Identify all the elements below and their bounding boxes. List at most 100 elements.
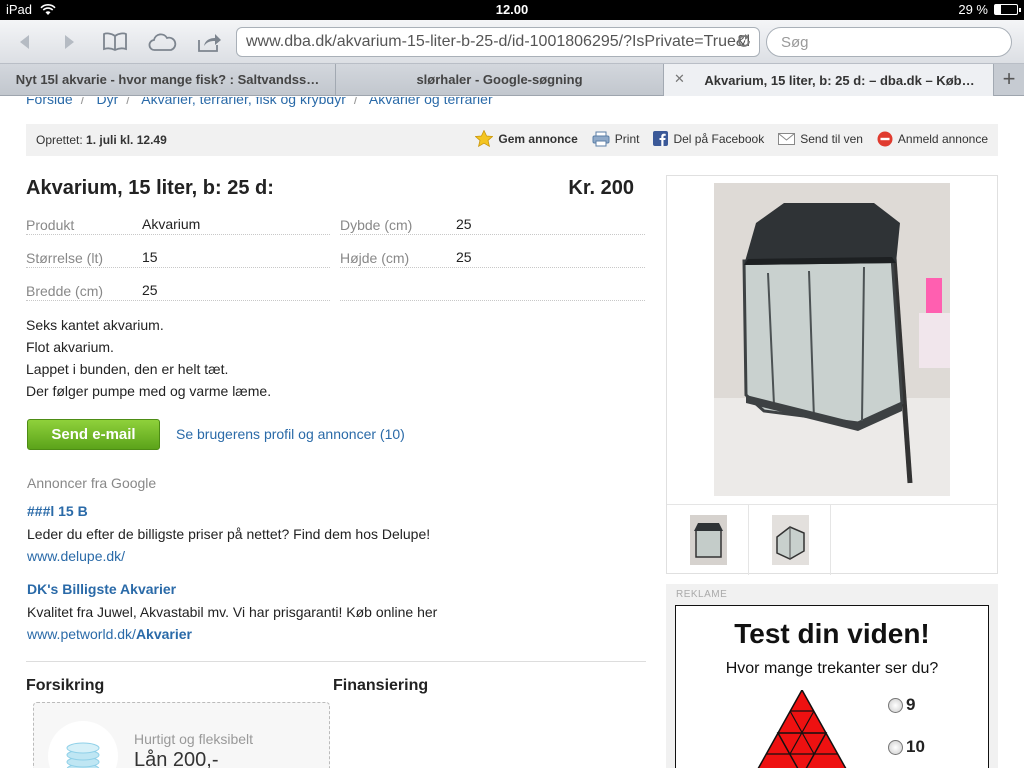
tab-2[interactable]: slørhaler - Google-søgning [336, 64, 664, 95]
spec-row-height: Højde (cm) 25 [340, 235, 645, 268]
quiz-option-9[interactable]: 9 [888, 695, 915, 715]
facebook-icon [653, 131, 669, 146]
triangle-puzzle-icon [757, 690, 847, 768]
listing-price: Kr. 200 [568, 177, 634, 199]
printer-icon [592, 131, 610, 146]
listing-title: Akvarium, 15 liter, b: 25 d: [26, 177, 274, 199]
breadcrumb-item[interactable]: Akvarier og terrarier [369, 97, 493, 107]
spec-value: Akvarium [142, 216, 201, 232]
created-date: 1. juli kl. 12.49 [86, 133, 167, 147]
search-input[interactable]: Søg [766, 27, 1012, 57]
spec-label: Højde (cm) [340, 250, 410, 266]
description-line: Der følger pumpe med og varme læme. [26, 383, 272, 399]
spec-value: 25 [456, 249, 472, 265]
save-ad-button[interactable]: Gem annonce [475, 130, 578, 147]
ad-url-bold: Akvarier [135, 626, 192, 642]
quiz-option-10[interactable]: 10 [888, 737, 925, 757]
quiz-title: Test din viden! [734, 618, 930, 649]
spec-label: Størrelse (lt) [26, 250, 103, 266]
battery-icon [994, 4, 1021, 15]
no-entry-icon [877, 131, 893, 146]
tab-bar: Nyt 15l akvarie - hvor mange fisk? : Sal… [0, 64, 1024, 96]
tab-1[interactable]: Nyt 15l akvarie - hvor mange fisk? : Sal… [0, 64, 336, 95]
battery-percent: 29 % [958, 2, 988, 17]
spec-row-empty [340, 268, 645, 301]
share-facebook-button[interactable]: Del på Facebook [653, 131, 764, 146]
listing-description: Seks kantet akvarium. Flot akvarium. Lap… [26, 314, 271, 402]
breadcrumb-item[interactable]: Akvarier, terrarier, fisk og krybdyr [141, 97, 346, 107]
google-ad-text: Kvalitet fra Juwel, Akvastabil mv. Vi ha… [27, 604, 438, 620]
bookmarks-book-icon[interactable] [100, 28, 130, 56]
send-email-button[interactable]: Send e-mail [27, 419, 160, 450]
print-label: Print [614, 131, 640, 146]
radio-button[interactable] [888, 697, 903, 713]
quiz-question: Hvor mange trekanter ser du? [725, 660, 939, 677]
spec-value: 25 [142, 282, 158, 298]
clock: 12.00 [495, 2, 529, 17]
reload-icon[interactable] [735, 32, 753, 55]
address-bar[interactable]: www.dba.dk/akvarium-15-liter-b-25-d/id-1… [236, 27, 760, 57]
new-tab-plus-icon[interactable]: + [994, 64, 1024, 95]
close-tab-icon[interactable]: ✕ [674, 71, 685, 87]
tab-3-active[interactable]: ✕ Akvarium, 15 liter, b: 25 d: – dba.dk … [664, 64, 994, 96]
share-facebook-label: Del på Facebook [673, 131, 765, 146]
google-ad-url[interactable]: www.petworld.dk/Akvarier [27, 626, 192, 642]
report-ad-button[interactable]: Anmeld annonce [877, 131, 988, 147]
description-line: Lappet i bunden, den er helt tæt. [26, 361, 229, 377]
back-arrow-icon[interactable] [12, 28, 38, 56]
description-line: Seks kantet akvarium. [26, 317, 164, 333]
listing-info-bar: Oprettet: 1. juli kl. 12.49 Gem annonce … [26, 124, 998, 156]
breadcrumb-item[interactable]: Dyr [96, 97, 118, 107]
report-ad-label: Anmeld annonce [897, 131, 988, 146]
google-ad-url[interactable]: www.delupe.dk/ [27, 548, 125, 564]
envelope-icon [778, 132, 796, 145]
coins-icon [48, 721, 118, 768]
spec-value: 15 [142, 249, 158, 265]
spec-row-depth: Dybde (cm) 25 [340, 202, 645, 235]
google-ad-title[interactable]: ###l 15 B [27, 503, 88, 519]
spec-value: 25 [456, 216, 472, 232]
spec-row-width: Bredde (cm) 25 [26, 268, 330, 301]
radio-button[interactable] [888, 739, 903, 755]
search-placeholder: Søg [781, 34, 809, 51]
spec-label: Bredde (cm) [26, 283, 104, 299]
loan-subtitle: Hurtigt og fleksibelt [134, 731, 254, 747]
divider [26, 661, 646, 662]
send-to-friend-button[interactable]: Send til ven [778, 132, 863, 146]
ad-label: REKLAME [676, 589, 728, 600]
description-line: Flot akvarium. [26, 339, 114, 355]
icloud-tabs-icon[interactable] [146, 28, 178, 56]
google-ad-text: Leder du efter de billigste priser på ne… [27, 526, 431, 542]
star-icon [475, 130, 494, 147]
print-button[interactable]: Print [592, 131, 640, 147]
thumbnail[interactable] [749, 505, 831, 575]
forward-arrow-icon[interactable] [56, 28, 82, 56]
share-icon[interactable] [194, 28, 224, 56]
tab-label: Nyt 15l akvarie - hvor mange fisk? : Sal… [15, 72, 320, 87]
spec-label: Produkt [26, 217, 75, 233]
web-page: Forside / Dyr / Akvarier, terrarier, fisk … [0, 97, 1024, 768]
ad-url-text: www.petworld.dk/ [27, 626, 136, 642]
save-ad-label: Gem annonce [498, 131, 578, 146]
created-label: Oprettet: [36, 133, 83, 147]
breadcrumb-item[interactable]: Forside [26, 97, 73, 107]
quiz-ad[interactable]: Test din viden! Hvor mange trekanter ser… [675, 605, 989, 768]
main-photo[interactable] [714, 183, 950, 496]
breadcrumb: Forside / Dyr / Akvarier, terrarier, fisk … [26, 97, 493, 107]
financing-heading: Finansiering [333, 677, 429, 694]
status-bar: iPad 12.00 29 % [0, 0, 1024, 20]
user-profile-link[interactable]: Se brugerens profil og annoncer (10) [176, 426, 405, 442]
photo-gallery [666, 175, 998, 575]
loan-offer-box[interactable]: Hurtigt og fleksibelt Lån 200,- [33, 702, 330, 768]
loan-amount: Lån 200,- [134, 749, 219, 768]
option-label: 10 [906, 737, 925, 756]
thumbnail[interactable] [667, 505, 749, 575]
created-info: Oprettet: 1. juli kl. 12.49 [36, 133, 167, 147]
spec-label: Dybde (cm) [340, 217, 413, 233]
spec-row-size: Størrelse (lt) 15 [26, 235, 330, 268]
insurance-heading: Forsikring [26, 677, 105, 694]
google-ad-title[interactable]: DK's Billigste Akvarier [27, 581, 176, 597]
option-label: 9 [906, 695, 916, 714]
tab-label: Akvarium, 15 liter, b: 25 d: – dba.dk – … [704, 72, 975, 88]
spec-row-product: Produkt Akvarium [26, 202, 330, 235]
